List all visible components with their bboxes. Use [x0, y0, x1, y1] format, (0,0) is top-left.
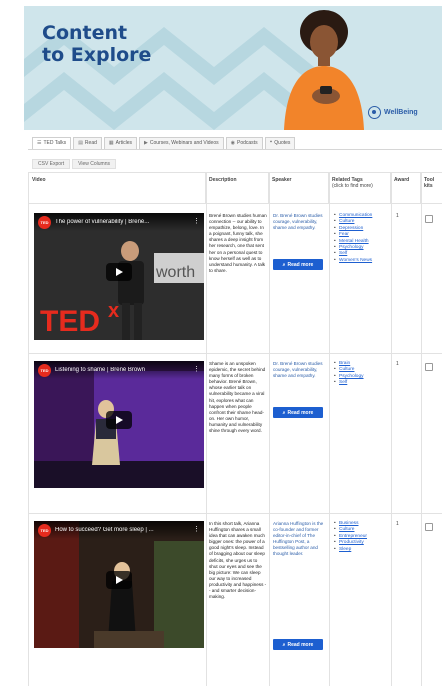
read-more-button[interactable]: ⌕ Read more — [273, 259, 323, 270]
tag-list: Communication Culture Depression Fear Me… — [334, 213, 388, 265]
content-table: Video Description Speaker Related Tags (… — [28, 172, 442, 686]
video-icon: ▶ — [144, 140, 148, 146]
table-toolbar: CSV Export View Columns — [32, 159, 116, 169]
speaker-bio: Arianna Huffington is the co-founder and… — [273, 521, 324, 557]
ted-logo-icon: TED — [38, 363, 51, 377]
book-icon: ▤ — [78, 140, 83, 146]
toolkit-checkbox[interactable] — [425, 523, 433, 531]
tag-link[interactable]: Women's News — [334, 258, 388, 265]
video-player[interactable]: TED Listening to shame | Brené Brown ⋮ — [34, 361, 204, 488]
wellbeing-logo-icon — [368, 106, 381, 119]
more-vert-icon[interactable]: ⋮ — [193, 365, 200, 373]
talk-description: In this short talk, Arianna Huffington s… — [209, 521, 267, 600]
award-value: 1 — [396, 521, 399, 527]
svg-text:TED: TED — [40, 305, 100, 338]
tab-ted-talks[interactable]: ☰ TED Talks — [32, 137, 72, 149]
column-header-video[interactable]: Video — [29, 173, 206, 203]
content-tabs: ☰ TED Talks ▤ Read ▦ Articles ▶ Courses,… — [32, 137, 296, 149]
video-player[interactable]: worth TED x TED The power of vulnerabili… — [34, 213, 204, 340]
talk-description: Brené Brown studies human connection -- … — [209, 213, 267, 273]
column-header-award[interactable]: Award — [391, 173, 421, 203]
column-divider — [329, 173, 330, 686]
column-header-description[interactable]: Description — [206, 173, 269, 203]
list-icon: ☰ — [37, 140, 42, 146]
ted-logo-icon: TED — [38, 523, 51, 537]
talk-description: Shame is an unspoken epidemic, the secre… — [209, 361, 266, 434]
more-vert-icon[interactable]: ⋮ — [193, 217, 200, 225]
column-divider — [421, 173, 422, 686]
row-divider — [29, 513, 442, 514]
csv-export-button[interactable]: CSV Export — [32, 159, 71, 169]
award-value: 1 — [396, 213, 399, 219]
tag-list: Business Culture Entrepreneur Productivi… — [334, 521, 388, 553]
play-button-icon[interactable] — [106, 571, 132, 589]
video-title-bar: TED Listening to shame | Brené Brown — [34, 361, 204, 379]
tab-read[interactable]: ▤ Read — [73, 137, 102, 149]
column-header-tags[interactable]: Related Tags (click to find more) — [329, 173, 391, 203]
svg-text:x: x — [108, 300, 119, 322]
column-divider — [206, 173, 207, 686]
video-title-bar: TED How to succeed? Get more sleep | ... — [34, 521, 204, 539]
podcast-icon: ◉ — [230, 140, 235, 146]
hero-title: Content to Explore — [42, 22, 152, 66]
read-more-button[interactable]: ⌕ Read more — [273, 639, 323, 650]
toolkit-checkbox[interactable] — [425, 215, 433, 223]
tab-courses[interactable]: ▶ Courses, Webinars and Videos — [139, 137, 224, 149]
toolkit-checkbox[interactable] — [425, 363, 433, 371]
video-player[interactable]: TED How to succeed? Get more sleep | ...… — [34, 521, 204, 648]
speaker-bio: Dr. Brené Brown studies courage, vulnera… — [273, 361, 323, 379]
search-icon: ⌕ — [282, 261, 286, 268]
ted-logo-icon: TED — [38, 215, 51, 229]
play-button-icon[interactable] — [106, 411, 132, 429]
tab-podcasts[interactable]: ◉ Podcasts — [225, 137, 263, 149]
more-vert-icon[interactable]: ⋮ — [193, 525, 200, 533]
row-divider — [29, 353, 442, 354]
tag-list: Brain Culture Psychology Self — [334, 361, 388, 387]
award-value: 1 — [396, 361, 399, 367]
quote-icon: ❝ — [269, 140, 273, 146]
view-columns-button[interactable]: View Columns — [72, 159, 116, 169]
tag-link[interactable]: Sleep — [334, 547, 388, 554]
hero-banner: Content to Explore WellBeing — [24, 6, 442, 130]
video-title-bar: TED The power of vulnerability | Brené..… — [34, 213, 204, 231]
search-icon: ⌕ — [282, 409, 286, 416]
tab-articles[interactable]: ▦ Articles — [103, 137, 138, 149]
tab-quotes[interactable]: ❝ Quotes — [264, 137, 296, 149]
article-icon: ▦ — [108, 140, 114, 146]
column-divider — [391, 173, 392, 686]
column-header-speaker[interactable]: Speaker — [269, 173, 329, 203]
column-divider — [269, 173, 270, 686]
column-header-toolkit[interactable]: Tool kits — [421, 173, 442, 203]
row-divider — [29, 203, 442, 204]
svg-text:worth: worth — [155, 264, 195, 281]
tab-divider — [28, 149, 442, 150]
speaker-bio: Dr. Brené Brown studies courage, vulnera… — [273, 213, 323, 231]
tag-link[interactable]: Self — [334, 380, 388, 387]
search-icon: ⌕ — [282, 641, 286, 648]
play-button-icon[interactable] — [106, 263, 132, 281]
read-more-button[interactable]: ⌕ Read more — [273, 407, 323, 418]
wellbeing-logo: WellBeing — [368, 106, 418, 119]
